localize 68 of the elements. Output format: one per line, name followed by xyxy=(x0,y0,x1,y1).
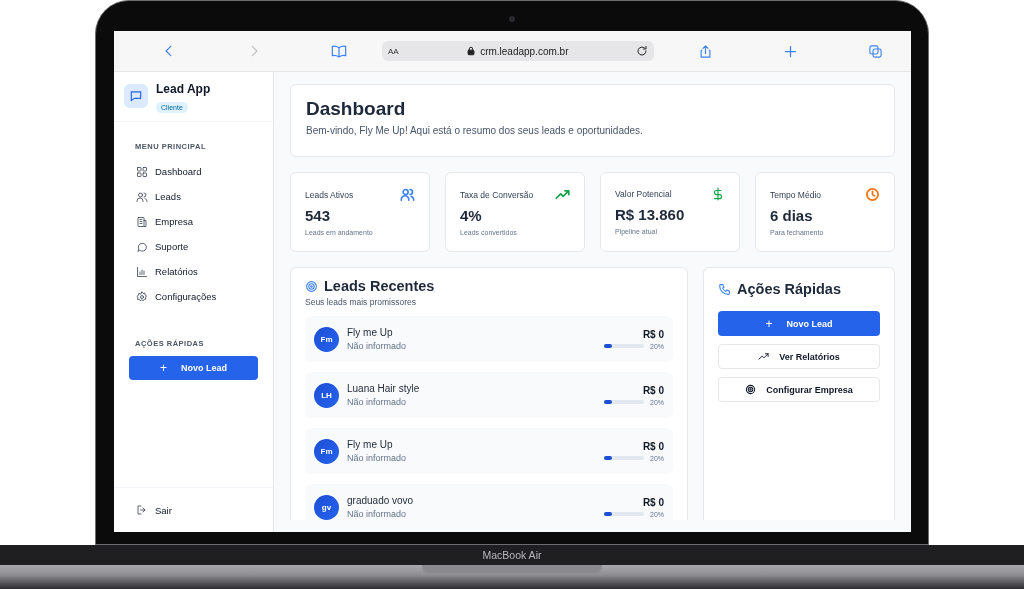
lead-value: R$ 0 xyxy=(642,496,664,508)
users-icon xyxy=(136,190,148,203)
sidebar-item[interactable]: Dashboard xyxy=(114,159,273,184)
lead-detail: Não informado xyxy=(347,397,408,407)
lock-icon xyxy=(466,46,477,56)
sidebar-item[interactable]: Configurações xyxy=(114,284,273,309)
lead-value: R$ 0 xyxy=(642,384,664,396)
lead-value: R$ 0 xyxy=(642,328,664,340)
avatar: Fm xyxy=(314,326,339,352)
stat-value: 6 dias xyxy=(770,207,814,224)
lead-detail: Não informado xyxy=(347,341,408,351)
dollar-icon xyxy=(711,187,725,201)
avatar: gv xyxy=(314,494,339,520)
logout-button[interactable]: Sair xyxy=(114,497,172,523)
stat-value: R$ 13.860 xyxy=(615,206,686,223)
bar-chart-icon xyxy=(136,265,148,278)
sidebar-item[interactable]: Suporte xyxy=(114,234,273,259)
lead-name: Fly me Up xyxy=(347,439,394,450)
book-icon xyxy=(331,43,347,59)
sidebar-item[interactable]: Empresa xyxy=(114,209,273,234)
section-title: Leads Recentes xyxy=(324,278,435,294)
stat-value: 4% xyxy=(460,207,483,224)
address-bar[interactable]: AA crm.leadapp.com.br xyxy=(382,41,654,61)
reload-icon xyxy=(636,45,648,57)
action-button[interactable]: Ver Relatórios xyxy=(718,344,880,369)
lead-name: graduado vovo xyxy=(347,495,415,506)
section-title: Ações Rápidas xyxy=(737,281,841,297)
trending-up-icon xyxy=(758,351,770,362)
stat-label: Leads Ativos xyxy=(305,189,354,200)
action-button[interactable]: + Novo Lead xyxy=(718,311,880,336)
lead-name: Luana Hair style xyxy=(347,383,421,394)
grid-icon xyxy=(136,165,148,178)
new-lead-button[interactable]: + Novo Lead xyxy=(129,356,258,380)
trending-up-icon xyxy=(555,187,570,202)
url-text: crm.leadapp.com.br xyxy=(480,45,569,57)
target-icon xyxy=(745,384,757,395)
building-icon xyxy=(136,215,148,228)
users-icon xyxy=(400,187,415,202)
stat-value: 543 xyxy=(305,207,332,224)
chat-bubble-icon xyxy=(136,240,148,253)
avatar: LH xyxy=(314,382,339,408)
sidebar-item[interactable]: Leads xyxy=(114,184,273,209)
page-title: Dashboard xyxy=(306,98,407,120)
logout-icon xyxy=(136,504,148,516)
gear-icon xyxy=(136,290,148,303)
camera-dot xyxy=(509,16,515,22)
stat-label: Valor Potencial xyxy=(615,189,672,199)
lead-detail: Não informado xyxy=(347,453,408,463)
text-size-label[interactable]: AA xyxy=(388,46,399,56)
stat-label: Tempo Médio xyxy=(770,189,822,200)
app-name: Lead App xyxy=(156,82,211,96)
clock-icon xyxy=(865,187,880,202)
target-icon xyxy=(305,279,318,293)
sidebar-item[interactable]: Relatórios xyxy=(114,259,273,284)
action-button[interactable]: Configurar Empresa xyxy=(718,377,880,402)
tabs-icon xyxy=(867,43,883,59)
avatar: Fm xyxy=(314,438,339,464)
phone-icon xyxy=(718,282,731,296)
device-label: MacBook Air xyxy=(482,548,542,563)
share-icon xyxy=(697,43,713,59)
lead-value: R$ 0 xyxy=(642,440,664,452)
lead-detail: Não informado xyxy=(347,509,408,519)
lead-name: Fly me Up xyxy=(347,327,394,338)
welcome-text: Bem-vindo, Fly Me Up! Aqui está o resumo dos seus leads e oportunidades. xyxy=(306,125,644,136)
plus-icon xyxy=(782,43,798,59)
section-subtitle: Seus leads mais promissores xyxy=(305,297,417,307)
stat-label: Taxa de Conversão xyxy=(460,189,534,200)
chat-icon xyxy=(129,89,143,103)
